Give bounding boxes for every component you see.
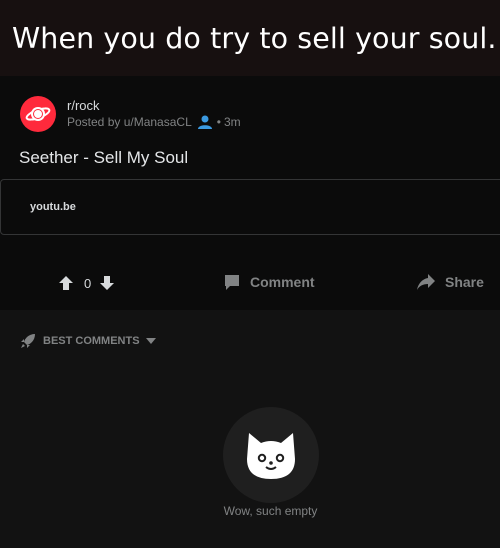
link-domain: youtu.be <box>30 201 76 213</box>
caret-down-icon <box>145 338 156 344</box>
vote-control: 0 <box>58 275 115 291</box>
user-icon <box>197 115 212 129</box>
comment-icon <box>225 275 239 290</box>
cat-icon <box>247 433 295 479</box>
share-icon <box>417 274 435 290</box>
subreddit-avatar[interactable] <box>20 96 56 132</box>
post-header: r/rock Posted by u/ManasaCL • 3m <box>20 96 241 132</box>
empty-state-illustration <box>223 407 319 503</box>
post-title[interactable]: Seether - Sell My Soul <box>19 148 188 168</box>
meta-separator: • <box>216 115 221 129</box>
posted-by-line: Posted by u/ManasaCL • 3m <box>67 114 241 130</box>
share-button[interactable]: Share <box>416 273 484 291</box>
vote-count: 0 <box>84 275 92 291</box>
post-meta: r/rock Posted by u/ManasaCL • 3m <box>67 98 241 130</box>
empty-state-text: Wow, such empty <box>223 504 318 518</box>
rocket-icon <box>21 334 35 348</box>
upvote-icon[interactable] <box>58 275 74 291</box>
posted-by-text[interactable]: Posted by u/ManasaCL <box>67 114 192 130</box>
downvote-icon[interactable] <box>99 275 115 291</box>
planet-icon <box>25 107 51 121</box>
link-preview[interactable]: youtu.be <box>0 179 500 235</box>
meme-caption: When you do try to sell your soul. <box>0 0 500 76</box>
comment-button[interactable]: Comment <box>223 273 315 291</box>
share-label: Share <box>445 274 484 290</box>
sort-label: BEST COMMENTS <box>43 335 140 347</box>
comment-label: Comment <box>250 274 315 290</box>
post-actions-bar: 0 Comment Share <box>0 257 500 310</box>
comment-sort-dropdown[interactable]: BEST COMMENTS <box>19 332 156 350</box>
subreddit-name[interactable]: r/rock <box>67 98 241 114</box>
post-age: 3m <box>223 115 241 129</box>
comments-section: BEST COMMENTS Wow, such empty <box>0 310 500 548</box>
